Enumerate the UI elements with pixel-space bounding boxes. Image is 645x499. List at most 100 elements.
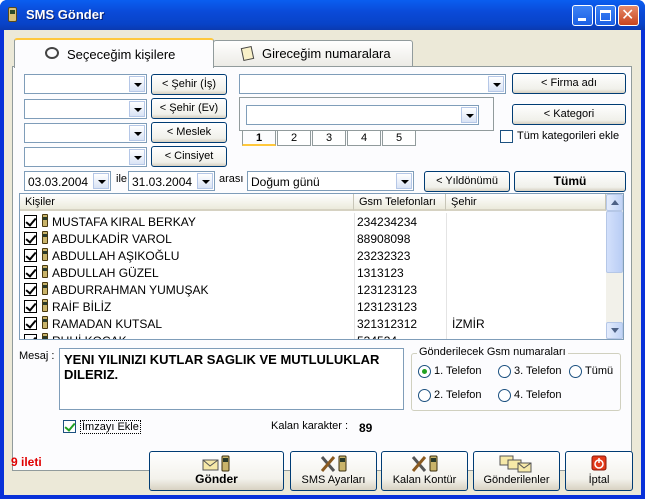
category-page-2[interactable]: 2 [277, 131, 311, 146]
table-row[interactable]: RAMADAN KUTSAL 321312312 İZMİR [20, 315, 610, 332]
category-page-4[interactable]: 4 [347, 131, 381, 146]
phone-icon [42, 316, 48, 329]
numbers-icon [240, 45, 255, 62]
column-header-name[interactable]: Kişiler [20, 194, 354, 211]
sent-messages-button[interactable]: Gönderilenler [473, 451, 560, 491]
scroll-down-button[interactable] [606, 322, 623, 339]
scroll-up-button[interactable] [606, 194, 623, 211]
kategori-button[interactable]: < Kategori [512, 104, 626, 125]
date-to-picker[interactable]: 31.03.2004 [128, 171, 215, 191]
row-checkbox[interactable] [24, 266, 37, 279]
column-divider [446, 247, 447, 264]
chevron-down-icon[interactable] [488, 76, 504, 92]
tumu-button[interactable]: Tümü [514, 171, 626, 192]
chevron-down-icon[interactable] [129, 149, 145, 165]
sent-messages-button-label: Gönderilenler [483, 474, 550, 486]
phone-all-radio[interactable] [569, 365, 582, 378]
table-row[interactable]: MUSTAFA KIRAL BERKAY 234234234 [20, 213, 610, 230]
chevron-down-icon[interactable] [197, 173, 213, 189]
tools-icon [411, 455, 437, 472]
firma-combo[interactable] [239, 74, 506, 94]
meslek-button[interactable]: < Meslek [151, 122, 227, 143]
table-row[interactable]: ABDULLAH GÜZEL 1313123 [20, 264, 610, 281]
anniversary-type-combo[interactable]: Doğum günü [247, 171, 414, 191]
send-button[interactable]: Gönder [149, 451, 284, 491]
sms-settings-button[interactable]: SMS Ayarları [290, 451, 377, 491]
table-row[interactable]: ABDULLAH AŞIKOĞLU 23232323 [20, 247, 610, 264]
tab-entered-numbers[interactable]: Gireceğim numaralara [213, 40, 413, 66]
cinsiyet-button[interactable]: < Cinsiyet [151, 146, 227, 167]
category-page-tabs: 1 2 3 4 5 [242, 131, 492, 147]
remaining-credit-button[interactable]: Kalan Kontür [381, 451, 468, 491]
chevron-down-icon[interactable] [129, 101, 145, 117]
sehir-ev-button[interactable]: < Şehir (Ev) [151, 98, 227, 119]
row-checkbox[interactable] [24, 283, 37, 296]
message-label: Mesaj : [19, 350, 55, 362]
column-header-city[interactable]: Şehir [446, 194, 606, 211]
kategori-combo[interactable] [246, 105, 479, 125]
phone-icon [42, 333, 48, 339]
chevron-down-icon[interactable] [93, 173, 109, 189]
column-header-gsm[interactable]: Gsm Telefonları [354, 194, 446, 211]
contacts-list[interactable]: Kişiler Gsm Telefonları Şehir MUSTAFA KI… [19, 193, 624, 340]
column-divider [354, 230, 355, 247]
contact-gsm: 234234234 [357, 215, 418, 229]
sehir-ev-combo[interactable] [24, 99, 147, 119]
chevron-down-icon [611, 328, 619, 333]
column-divider [446, 230, 447, 247]
category-page-3[interactable]: 3 [312, 131, 346, 146]
row-checkbox[interactable] [24, 215, 37, 228]
cancel-button[interactable]: İptal [565, 451, 633, 491]
chevron-down-icon[interactable] [396, 173, 412, 189]
scroll-thumb[interactable] [606, 211, 623, 273]
table-row[interactable]: ABDURRAHMAN YUMUŞAK 123123123 [20, 281, 610, 298]
category-page-5[interactable]: 5 [382, 131, 416, 146]
phone-4-radio[interactable] [498, 389, 511, 402]
table-row[interactable]: RUHİ KOÇAK 534534 [20, 332, 610, 339]
table-row[interactable]: ABDULKADİR VAROL 88908098 [20, 230, 610, 247]
contact-name: ABDULLAH AŞIKOĞLU [52, 249, 180, 263]
yildonumu-button[interactable]: < Yıldönümü [424, 171, 510, 192]
signature-checkbox[interactable] [63, 420, 76, 433]
minimize-button[interactable] [572, 5, 593, 26]
contacts-scrollbar[interactable] [606, 194, 623, 339]
contact-city: İZMİR [452, 317, 485, 331]
sehir-is-button[interactable]: < Şehir (İş) [151, 74, 227, 95]
chevron-down-icon[interactable] [129, 125, 145, 141]
close-button[interactable]: ✕ [618, 5, 639, 26]
title-bar[interactable]: SMS Gönder ✕ [0, 0, 645, 30]
row-checkbox[interactable] [24, 334, 37, 339]
table-row[interactable]: RAİF BİLİZ 123123123 [20, 298, 610, 315]
all-categories-label: Tüm kategorileri ekle [517, 130, 620, 142]
signature-label[interactable]: İmzayı Ekle [80, 420, 141, 434]
tab-selected-contacts[interactable]: Seçeceğim kişilere [14, 38, 214, 68]
window: SMS Gönder ✕ Seçeceğim kişilere Gireceği… [0, 0, 645, 499]
row-checkbox[interactable] [24, 317, 37, 330]
sehir-is-combo[interactable] [24, 74, 147, 94]
tools-icon [320, 455, 346, 472]
maximize-button[interactable] [595, 5, 616, 26]
cancel-button-label: İptal [588, 474, 610, 486]
firma-button[interactable]: < Firma adı [512, 73, 626, 94]
chevron-down-icon[interactable] [461, 107, 477, 123]
contact-gsm: 321312312 [357, 317, 418, 331]
phone-icon [42, 231, 48, 244]
phone-3-radio[interactable] [498, 365, 511, 378]
column-divider [446, 332, 447, 339]
row-checkbox[interactable] [24, 232, 37, 245]
phone-2-label: 2. Telefon [434, 389, 482, 401]
category-page-1[interactable]: 1 [242, 131, 276, 146]
meslek-combo[interactable] [24, 123, 147, 143]
row-checkbox[interactable] [24, 249, 37, 262]
cinsiyet-combo[interactable] [24, 147, 147, 167]
row-checkbox[interactable] [24, 300, 37, 313]
date-from-picker[interactable]: 03.03.2004 [24, 171, 111, 191]
all-categories-checkbox[interactable] [500, 130, 513, 143]
chevron-down-icon[interactable] [129, 76, 145, 92]
contact-name: ABDURRAHMAN YUMUŞAK [52, 283, 209, 297]
phone-1-radio[interactable] [418, 365, 431, 378]
message-textarea[interactable]: YENI YILINIZI KUTLAR SAGLIK VE MUTLULUKL… [59, 348, 404, 410]
phone-2-radio[interactable] [418, 389, 431, 402]
contact-gsm: 88908098 [357, 232, 411, 246]
minimize-icon [578, 18, 586, 21]
